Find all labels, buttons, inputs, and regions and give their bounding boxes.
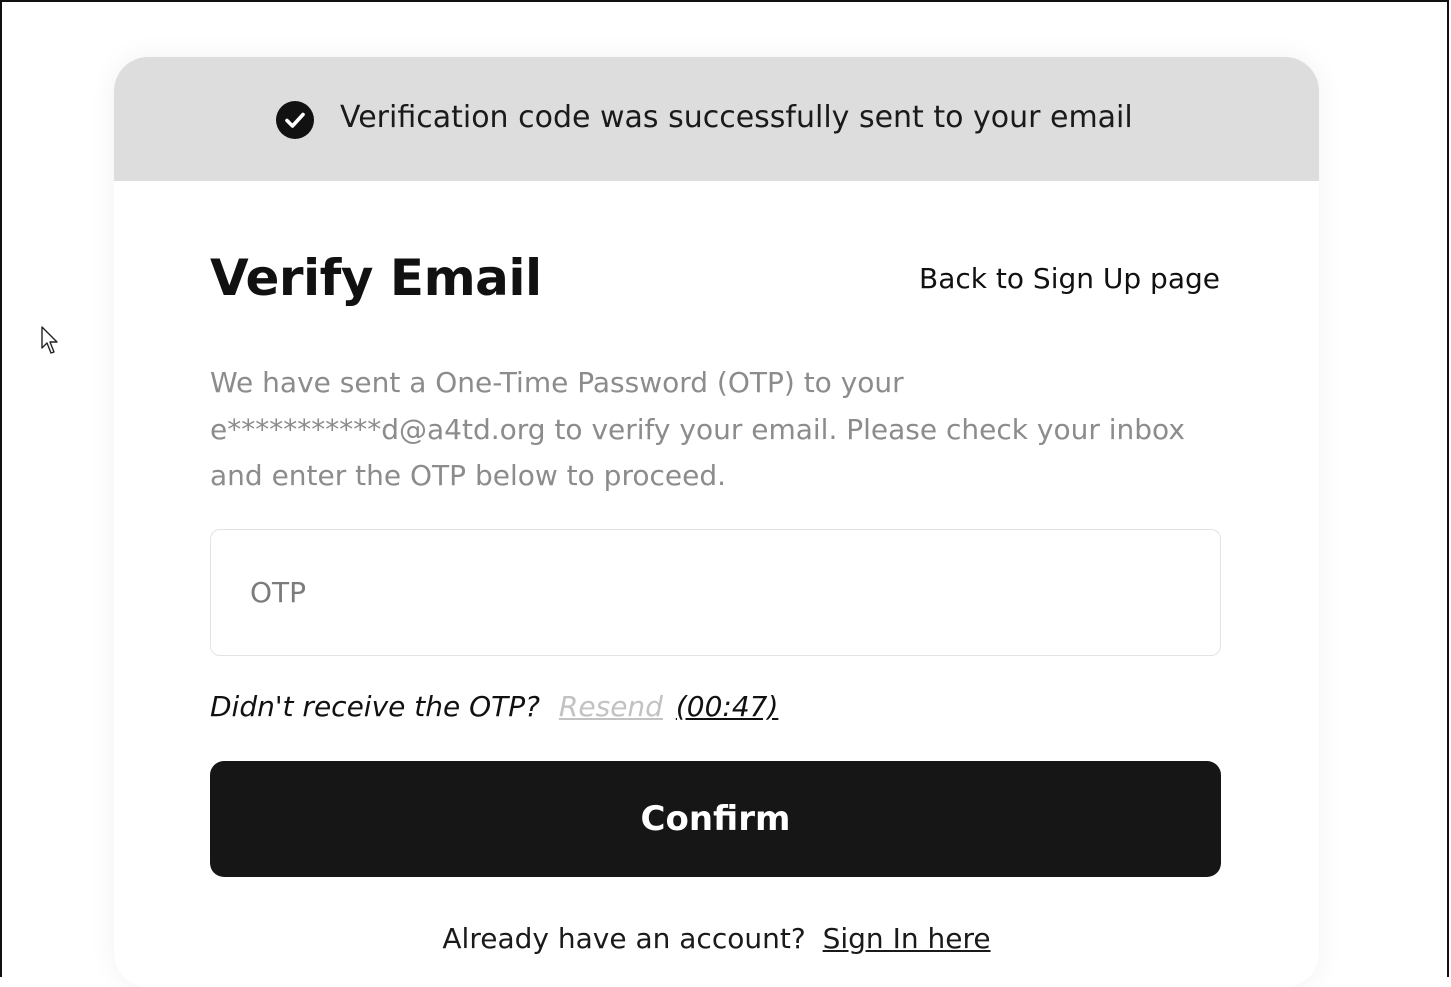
resend-timer: (00:47) (675, 690, 779, 723)
resend-row: Didn't receive the OTP? Resend (00:47) (210, 687, 778, 727)
success-message: Verification code was successfully sent … (340, 100, 1133, 135)
page-title: Verify Email (210, 249, 542, 307)
check-circle-icon (276, 101, 314, 139)
signin-link[interactable]: Sign In here (823, 922, 991, 955)
otp-instructions: We have sent a One-Time Password (OTP) t… (210, 366, 1185, 492)
success-banner: Verification code was successfully sent … (114, 57, 1319, 181)
verify-email-card: Verification code was successfully sent … (114, 57, 1319, 987)
resend-link[interactable]: Resend (559, 690, 663, 723)
signin-row: Already have an account? Sign In here (114, 919, 1319, 959)
mouse-pointer-icon (41, 326, 58, 354)
otp-input[interactable] (210, 529, 1221, 656)
signin-prompt: Already have an account? (442, 922, 806, 955)
back-to-signup-link[interactable]: Back to Sign Up page (919, 259, 1220, 299)
confirm-button[interactable]: Confirm (210, 761, 1221, 877)
resend-question: Didn't receive the OTP? (210, 690, 541, 723)
